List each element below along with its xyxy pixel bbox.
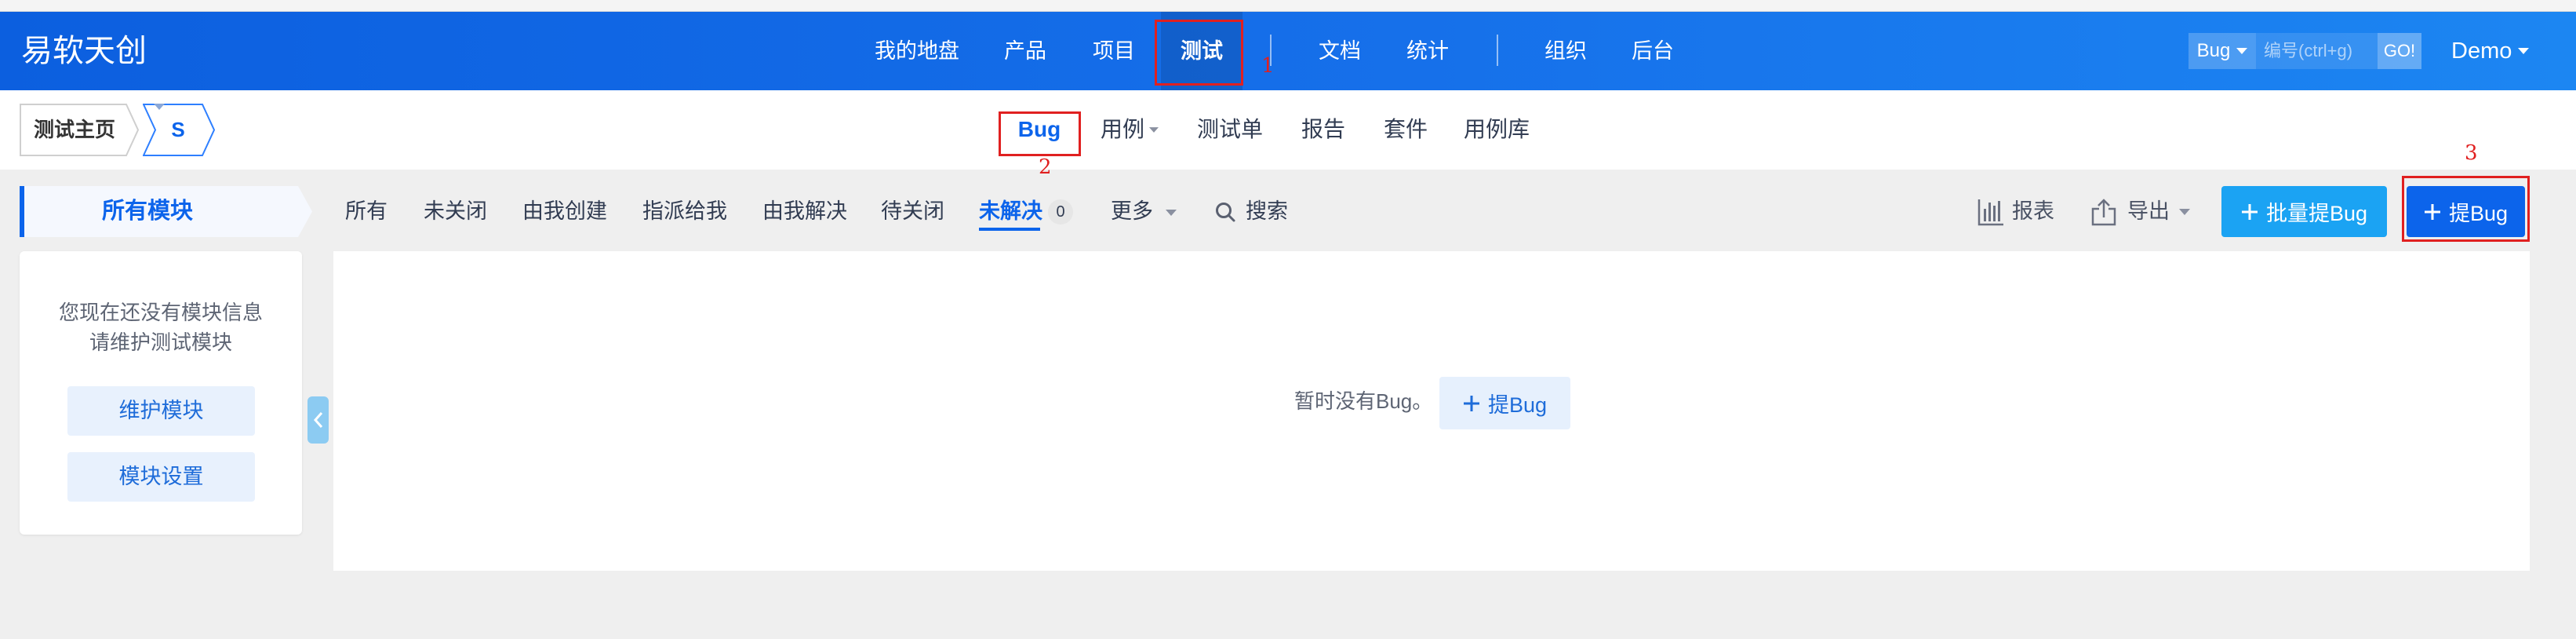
module-tab-label: 所有模块 xyxy=(101,199,193,224)
filter-to-close[interactable]: 待关闭 xyxy=(881,186,944,237)
filter-search-label: 搜索 xyxy=(1246,199,1288,223)
search-icon xyxy=(1216,202,1235,221)
export-button[interactable]: 导出 xyxy=(2090,186,2190,237)
breadcrumb-home-label: 测试主页 xyxy=(33,118,115,141)
nav-item-project[interactable]: 项目 xyxy=(1082,12,1145,90)
breadcrumb-product[interactable]: S xyxy=(143,104,215,156)
batch-create-bug-button[interactable]: 批量提Bug xyxy=(2221,186,2387,237)
filter-assigned-to-me[interactable]: 指派给我 xyxy=(642,186,727,237)
breadcrumb-home[interactable]: 测试主页 xyxy=(20,104,139,156)
global-search: Bug GO! xyxy=(2189,33,2421,69)
chevron-left-icon xyxy=(313,412,322,428)
search-input[interactable] xyxy=(2256,33,2378,69)
app-logo[interactable]: 易软天创 xyxy=(21,12,147,90)
user-name: Demo xyxy=(2451,38,2512,64)
caret-down-icon xyxy=(1165,209,1177,216)
module-tab-all[interactable]: 所有模块 xyxy=(20,186,312,237)
nav-item-admin[interactable]: 后台 xyxy=(1621,12,1684,90)
caret-down-icon xyxy=(2236,48,2248,54)
annotation-box-1 xyxy=(1155,20,1243,86)
annotation-box-3 xyxy=(2402,176,2530,242)
tab-case[interactable]: 用例 xyxy=(1093,90,1166,169)
report-button[interactable]: 报表 xyxy=(1977,186,2054,237)
empty-create-bug-button[interactable]: 提Bug xyxy=(1439,377,1570,429)
sidebar-collapse-handle[interactable] xyxy=(307,396,329,444)
tab-testsuite[interactable]: 套件 xyxy=(1382,90,1429,169)
product-name: S xyxy=(171,118,185,141)
search-type-select[interactable]: Bug xyxy=(2189,33,2256,69)
filter-unclosed[interactable]: 未关闭 xyxy=(424,186,487,237)
module-empty-line1: 您现在还没有模块信息 xyxy=(58,301,263,324)
user-menu[interactable]: Demo xyxy=(2451,12,2530,90)
unresolved-count-badge: 0 xyxy=(1048,199,1073,225)
report-label: 报表 xyxy=(2012,199,2054,223)
batch-create-label: 批量提Bug xyxy=(2265,202,2368,225)
top-strip xyxy=(0,0,2576,12)
filter-resolved-by-me[interactable]: 由我解决 xyxy=(762,186,847,237)
search-go-button[interactable]: GO! xyxy=(2378,33,2421,69)
export-label: 导出 xyxy=(2127,199,2170,223)
filter-opened-by-me[interactable]: 由我创建 xyxy=(522,186,607,237)
plus-icon xyxy=(1463,395,1479,411)
plus-icon xyxy=(2241,203,2258,220)
nav-item-report[interactable]: 统计 xyxy=(1396,12,1459,90)
annotation-label-3: 3 xyxy=(2465,141,2478,165)
annotation-label-2: 2 xyxy=(1039,155,1052,179)
empty-bug-message: 暂时没有Bug。 xyxy=(1294,389,1433,413)
tab-testreport[interactable]: 报告 xyxy=(1300,90,1347,169)
sub-navbar xyxy=(0,90,2576,170)
filter-more[interactable]: 更多 xyxy=(1111,186,1177,237)
caret-down-icon xyxy=(2179,208,2190,215)
nav-item-product[interactable]: 产品 xyxy=(994,12,1057,90)
caret-down-icon xyxy=(2518,48,2530,54)
filter-all[interactable]: 所有 xyxy=(345,186,387,237)
empty-create-label: 提Bug xyxy=(1487,393,1548,417)
filter-search[interactable]: 搜索 xyxy=(1214,186,1288,237)
nav-item-doc[interactable]: 文档 xyxy=(1308,12,1371,90)
maintain-module-button[interactable]: 维护模块 xyxy=(67,386,255,436)
module-empty-line2: 请维护测试模块 xyxy=(89,330,232,354)
export-icon xyxy=(2091,198,2116,225)
active-filter-underline xyxy=(979,228,1040,231)
module-tree-panel: 您现在还没有模块信息 请维护测试模块 维护模块 模块设置 xyxy=(20,251,302,535)
annotation-label-1: 1 xyxy=(1261,54,1275,78)
bar-chart-icon xyxy=(1977,199,2003,225)
tab-caselib[interactable]: 用例库 xyxy=(1461,90,1532,169)
caret-down-icon xyxy=(154,104,165,110)
nav-divider xyxy=(1497,35,1498,66)
breadcrumb-product-label: S xyxy=(154,104,202,156)
filter-more-label: 更多 xyxy=(1111,199,1153,223)
search-type-label: Bug xyxy=(2196,40,2231,61)
tab-case-label: 用例 xyxy=(1100,117,1144,141)
nav-item-company[interactable]: 组织 xyxy=(1534,12,1597,90)
tab-testtask[interactable]: 测试单 xyxy=(1195,90,1265,169)
annotation-box-2 xyxy=(999,111,1081,156)
nav-item-my[interactable]: 我的地盘 xyxy=(867,12,967,90)
caret-down-icon xyxy=(1149,126,1159,133)
module-settings-button[interactable]: 模块设置 xyxy=(67,452,255,502)
